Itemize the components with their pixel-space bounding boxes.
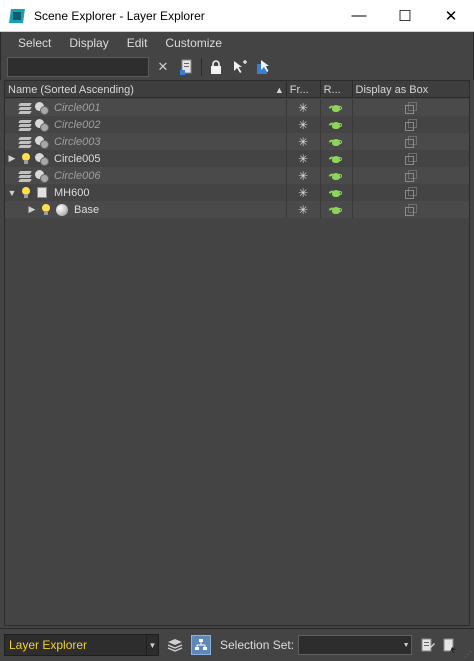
explorer-panel: Name (Sorted Ascending) ▲ Fr... R... Dis… bbox=[4, 80, 470, 626]
menu-edit[interactable]: Edit bbox=[118, 36, 157, 50]
light-bulb-icon[interactable] bbox=[19, 186, 33, 200]
edit-selection-set-icon[interactable] bbox=[418, 635, 438, 655]
tree-row[interactable]: ▶ Circle005 ✳ bbox=[5, 150, 469, 167]
clear-search-icon[interactable]: ✕ bbox=[153, 57, 173, 77]
row-label: Circle001 bbox=[54, 101, 101, 114]
render-teapot-icon[interactable] bbox=[328, 154, 343, 164]
tree-row[interactable]: Circle002 ✳ bbox=[5, 116, 469, 133]
object-icon bbox=[35, 152, 49, 166]
row-label: Base bbox=[74, 203, 100, 216]
freeze-icon[interactable]: ✳ bbox=[298, 152, 308, 166]
menu-bar: Select Display Edit Customize bbox=[0, 32, 474, 54]
object-icon bbox=[35, 118, 49, 132]
display-as-box-icon[interactable] bbox=[404, 101, 417, 114]
render-teapot-icon[interactable] bbox=[328, 171, 343, 181]
layer-document-icon bbox=[35, 186, 49, 200]
freeze-icon[interactable]: ✳ bbox=[298, 135, 308, 149]
chevron-down-icon[interactable]: ▼ bbox=[401, 636, 411, 654]
freeze-icon[interactable]: ✳ bbox=[298, 118, 308, 132]
sort-ascending-icon: ▲ bbox=[274, 84, 284, 95]
layer-tree: Circle001 ✳ Circle002 ✳ Circle003 ✳ ▶ Ci… bbox=[5, 99, 469, 218]
light-bulb-icon[interactable] bbox=[19, 152, 33, 166]
row-label: Circle006 bbox=[54, 169, 101, 182]
hierarchy-view-button[interactable] bbox=[191, 635, 211, 655]
column-render[interactable]: R... bbox=[321, 81, 353, 98]
explorer-dropdown[interactable]: Layer Explorer ▼ bbox=[4, 634, 159, 656]
tree-row[interactable]: ▼ MH600 ✳ bbox=[5, 184, 469, 201]
hidden-layer-icon[interactable] bbox=[18, 170, 33, 182]
render-teapot-icon[interactable] bbox=[328, 188, 343, 198]
column-name-label: Name (Sorted Ascending) bbox=[8, 83, 134, 96]
tree-row[interactable]: Circle001 ✳ bbox=[5, 99, 469, 116]
title-bar: Scene Explorer - Layer Explorer — ☐ ✕ bbox=[0, 0, 474, 32]
minimize-button[interactable]: — bbox=[336, 0, 382, 32]
object-icon bbox=[35, 101, 49, 115]
display-as-box-icon[interactable] bbox=[404, 186, 417, 199]
render-teapot-icon[interactable] bbox=[328, 103, 343, 113]
3dsmax-app-icon bbox=[8, 7, 26, 25]
toolbar: ✕ bbox=[0, 54, 474, 80]
window-title: Scene Explorer - Layer Explorer bbox=[34, 8, 205, 23]
expand-arrow-icon[interactable]: ▶ bbox=[27, 204, 37, 215]
close-button[interactable]: ✕ bbox=[428, 0, 474, 32]
explorer-name: Layer Explorer bbox=[9, 638, 88, 652]
display-as-box-icon[interactable] bbox=[404, 152, 417, 165]
hidden-layer-icon[interactable] bbox=[18, 102, 33, 114]
lock-icon[interactable] bbox=[206, 57, 226, 77]
freeze-icon[interactable]: ✳ bbox=[298, 186, 308, 200]
object-icon bbox=[35, 135, 49, 149]
selection-set-label: Selection Set: bbox=[220, 638, 295, 652]
column-name[interactable]: Name (Sorted Ascending) ▲ bbox=[5, 81, 287, 98]
object-icon bbox=[35, 169, 49, 183]
menu-select[interactable]: Select bbox=[9, 36, 60, 50]
hidden-layer-icon[interactable] bbox=[18, 136, 33, 148]
tree-row[interactable]: Circle003 ✳ bbox=[5, 133, 469, 150]
display-as-box-icon[interactable] bbox=[404, 118, 417, 131]
add-to-selection-icon[interactable] bbox=[230, 57, 250, 77]
bottom-bar: Layer Explorer ▼ Selection Set: ▼ ⋰ bbox=[0, 628, 474, 661]
toolbar-separator bbox=[201, 58, 202, 76]
display-as-box-icon[interactable] bbox=[404, 203, 417, 216]
column-header: Name (Sorted Ascending) ▲ Fr... R... Dis… bbox=[5, 81, 469, 98]
column-freeze[interactable]: Fr... bbox=[287, 81, 321, 98]
row-label: Circle003 bbox=[54, 135, 101, 148]
hidden-layer-icon[interactable] bbox=[18, 119, 33, 131]
resize-grip-icon[interactable]: ⋰ bbox=[464, 651, 472, 659]
row-label: MH600 bbox=[54, 186, 90, 199]
render-teapot-icon[interactable] bbox=[328, 120, 343, 130]
collapse-arrow-icon[interactable]: ▼ bbox=[7, 188, 17, 198]
row-label: Circle005 bbox=[54, 152, 101, 165]
chevron-down-icon[interactable]: ▼ bbox=[146, 635, 158, 655]
freeze-icon[interactable]: ✳ bbox=[298, 101, 308, 115]
find-icon[interactable] bbox=[177, 57, 197, 77]
selection-set-dropdown[interactable]: ▼ bbox=[298, 635, 413, 655]
sort-by-layer-icon[interactable] bbox=[165, 635, 185, 655]
menu-display[interactable]: Display bbox=[60, 36, 117, 50]
row-label: Circle002 bbox=[54, 118, 101, 131]
freeze-icon[interactable]: ✳ bbox=[298, 169, 308, 183]
render-teapot-icon[interactable] bbox=[328, 137, 343, 147]
sphere-icon bbox=[55, 203, 69, 217]
menu-customize[interactable]: Customize bbox=[156, 36, 231, 50]
tree-row[interactable]: Circle006 ✳ bbox=[5, 167, 469, 184]
search-input[interactable] bbox=[7, 57, 149, 77]
freeze-icon[interactable]: ✳ bbox=[298, 203, 308, 217]
expand-arrow-icon[interactable]: ▶ bbox=[7, 153, 17, 164]
render-teapot-icon[interactable] bbox=[328, 205, 343, 215]
select-layer-icon[interactable] bbox=[254, 57, 274, 77]
display-as-box-icon[interactable] bbox=[404, 169, 417, 182]
light-bulb-icon[interactable] bbox=[39, 203, 53, 217]
maximize-button[interactable]: ☐ bbox=[382, 0, 428, 32]
column-display-as-box[interactable]: Display as Box bbox=[353, 81, 470, 98]
tree-row[interactable]: ▶ Base ✳ bbox=[5, 201, 469, 218]
display-as-box-icon[interactable] bbox=[404, 135, 417, 148]
create-selection-set-icon[interactable] bbox=[440, 635, 460, 655]
